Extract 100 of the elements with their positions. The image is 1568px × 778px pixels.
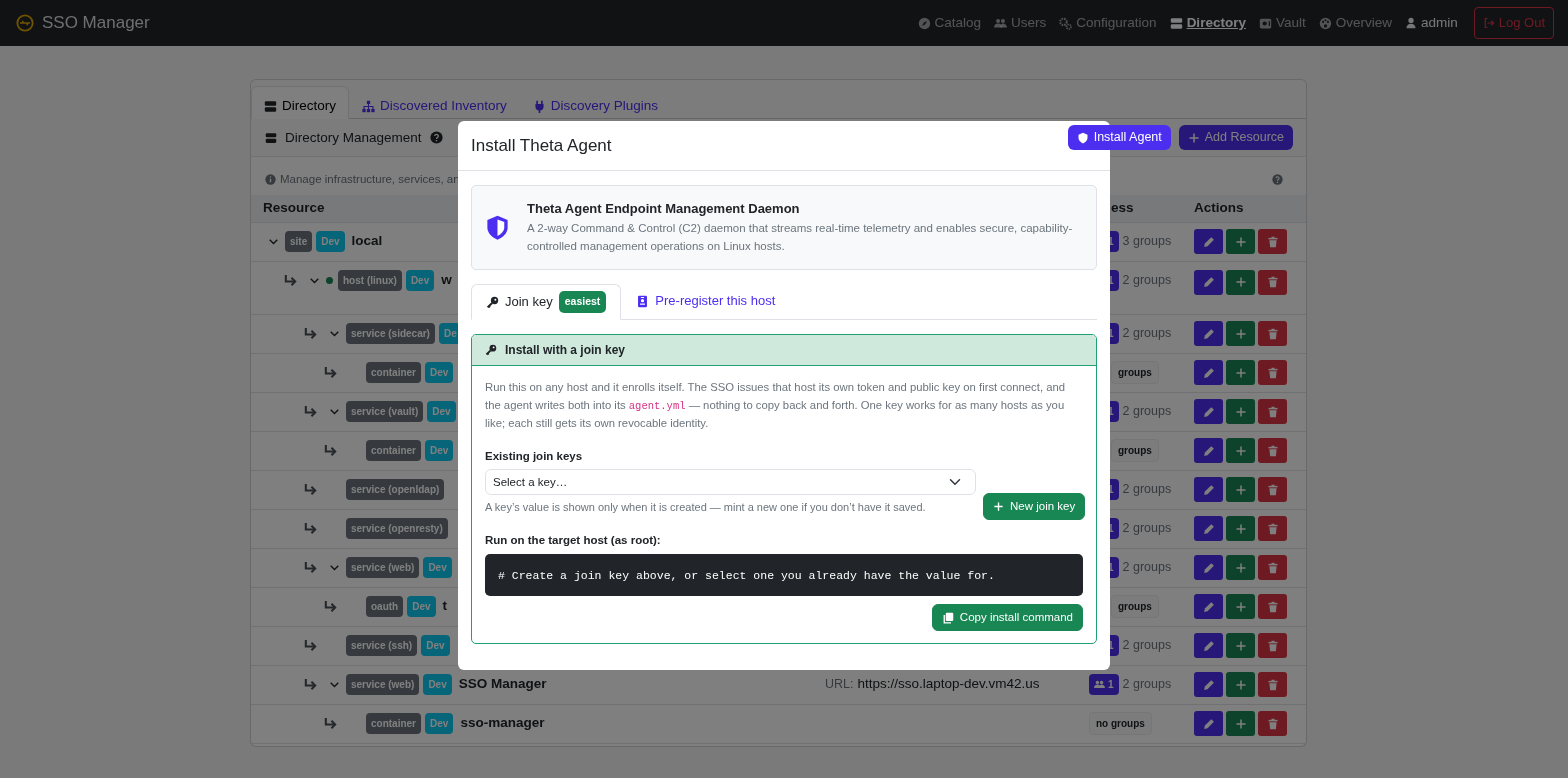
delete-button[interactable] xyxy=(1258,594,1287,619)
add-button[interactable] xyxy=(1226,516,1255,541)
edit-button[interactable] xyxy=(1194,438,1223,463)
pencil-icon xyxy=(1202,405,1215,418)
delete-button[interactable] xyxy=(1258,555,1287,580)
delete-button[interactable] xyxy=(1258,672,1287,697)
edit-button[interactable] xyxy=(1194,555,1223,580)
delete-button[interactable] xyxy=(1258,633,1287,658)
nav-link[interactable]: Directory xyxy=(1169,12,1246,34)
return-arrow-icon xyxy=(303,404,318,419)
plus-icon xyxy=(1234,717,1247,730)
return-arrow-icon xyxy=(303,560,318,575)
tab[interactable]: Join key easiest xyxy=(471,284,622,321)
copy-command-button[interactable]: Copy install command xyxy=(931,604,1083,632)
resource-name: w xyxy=(441,270,452,289)
new-join-key-button[interactable]: New join key xyxy=(983,492,1086,520)
edit-button[interactable] xyxy=(1194,477,1223,502)
panel-title: Install with a join key xyxy=(505,342,626,360)
id-card-icon xyxy=(636,294,650,308)
env-badge: Dev xyxy=(421,635,450,656)
server-icon xyxy=(265,131,277,144)
return-arrow-icon xyxy=(323,365,338,380)
delete-button[interactable] xyxy=(1258,360,1287,385)
delete-button[interactable] xyxy=(1258,269,1287,295)
install-agent-button[interactable]: Install Agent xyxy=(1067,125,1171,151)
nav-link[interactable]: Vault xyxy=(1258,12,1306,34)
return-arrow-icon xyxy=(323,443,338,458)
plus-icon xyxy=(1234,235,1247,248)
edit-button[interactable] xyxy=(1194,633,1223,658)
server-icon xyxy=(264,99,277,113)
edit-button[interactable] xyxy=(1194,229,1223,254)
add-button[interactable] xyxy=(1226,633,1255,658)
delete-button[interactable] xyxy=(1258,438,1287,463)
nav-link[interactable]: Configuration xyxy=(1059,12,1157,34)
plus-icon xyxy=(1234,366,1247,379)
hint-text: A key’s value is shown only when it is created — mint a new one if you don’t have it saved. xyxy=(485,500,927,516)
add-button[interactable] xyxy=(1226,360,1255,385)
trash-icon xyxy=(1266,444,1279,457)
type-badge: container xyxy=(366,440,421,461)
trash-icon xyxy=(1266,717,1279,730)
nav-link[interactable]: Catalog xyxy=(917,12,982,34)
edit-button[interactable] xyxy=(1194,269,1223,295)
add-button[interactable] xyxy=(1226,594,1255,619)
add-button[interactable] xyxy=(1226,399,1255,424)
type-badge: service (openldap) xyxy=(346,479,445,500)
url-text: https://sso.laptop-dev.vm42.us xyxy=(857,675,1040,694)
groups-count: 2 groups xyxy=(1122,676,1172,694)
trash-icon xyxy=(1266,561,1279,574)
help-icon xyxy=(429,131,443,145)
nav-link[interactable]: Overview xyxy=(1318,12,1392,34)
delete-button[interactable] xyxy=(1258,516,1287,541)
return-arrow-icon xyxy=(323,599,338,614)
env-badge: Dev xyxy=(316,231,345,252)
edit-button[interactable] xyxy=(1194,321,1223,346)
add-button[interactable] xyxy=(1226,321,1255,346)
groups-count: 3 groups xyxy=(1122,233,1172,251)
plus-icon xyxy=(1234,600,1247,613)
add-button[interactable] xyxy=(1226,229,1255,254)
url-label: URL: xyxy=(825,676,854,694)
type-badge: service (sidecar) xyxy=(346,323,435,344)
add-resource-button[interactable]: Add Resource xyxy=(1178,125,1293,151)
env-badge: Dev xyxy=(427,401,456,422)
add-button[interactable] xyxy=(1226,477,1255,502)
pencil-icon xyxy=(1202,600,1215,613)
brand-link[interactable]: SSO Manager xyxy=(16,10,150,36)
intro-text: A 2-way Command & Control (C2) daemon that streams real-time telemetry and enables secure, capability-controlled management operations on Linux hosts. xyxy=(527,220,1074,254)
add-button[interactable] xyxy=(1226,555,1255,580)
description-text: Run this on any host and it enrolls itself. The SSO issues that host its own token and public key on first connect, and the agent writes both into its agent.yml — nothing to copy back and forth. One key works for as many hosts as you like; each still gets its own revocable identity. xyxy=(485,380,1067,431)
logo-icon xyxy=(16,14,34,32)
delete-button[interactable] xyxy=(1258,477,1287,502)
edit-button[interactable] xyxy=(1194,672,1223,697)
trash-icon xyxy=(1266,639,1279,652)
edit-button[interactable] xyxy=(1194,711,1223,736)
edit-button[interactable] xyxy=(1194,399,1223,424)
edit-button[interactable] xyxy=(1194,360,1223,385)
edit-button[interactable] xyxy=(1194,594,1223,619)
edit-button[interactable] xyxy=(1194,516,1223,541)
key-icon xyxy=(486,295,499,309)
add-button[interactable] xyxy=(1226,711,1255,736)
delete-button[interactable] xyxy=(1258,229,1287,254)
return-arrow-icon xyxy=(303,638,318,653)
key-icon xyxy=(485,344,497,357)
type-badge: container xyxy=(366,362,421,383)
delete-button[interactable] xyxy=(1258,711,1287,736)
add-button[interactable] xyxy=(1226,672,1255,697)
delete-button[interactable] xyxy=(1258,321,1287,346)
plus-icon xyxy=(1234,327,1247,340)
type-badge: container xyxy=(366,713,421,734)
user-menu[interactable]: admin xyxy=(1404,12,1458,34)
groups-count: 2 groups xyxy=(1122,271,1172,289)
nav-link[interactable]: Users xyxy=(994,12,1047,34)
add-button[interactable] xyxy=(1226,269,1255,295)
key-select[interactable]: Select a key… xyxy=(485,469,976,496)
tab[interactable]: Pre-register this host xyxy=(621,284,791,318)
add-button[interactable] xyxy=(1226,438,1255,463)
trash-icon xyxy=(1266,327,1279,340)
delete-button[interactable] xyxy=(1258,399,1287,424)
groups-count: 2 groups xyxy=(1122,559,1172,577)
user-icon xyxy=(1404,17,1417,29)
trash-icon xyxy=(1266,276,1279,288)
